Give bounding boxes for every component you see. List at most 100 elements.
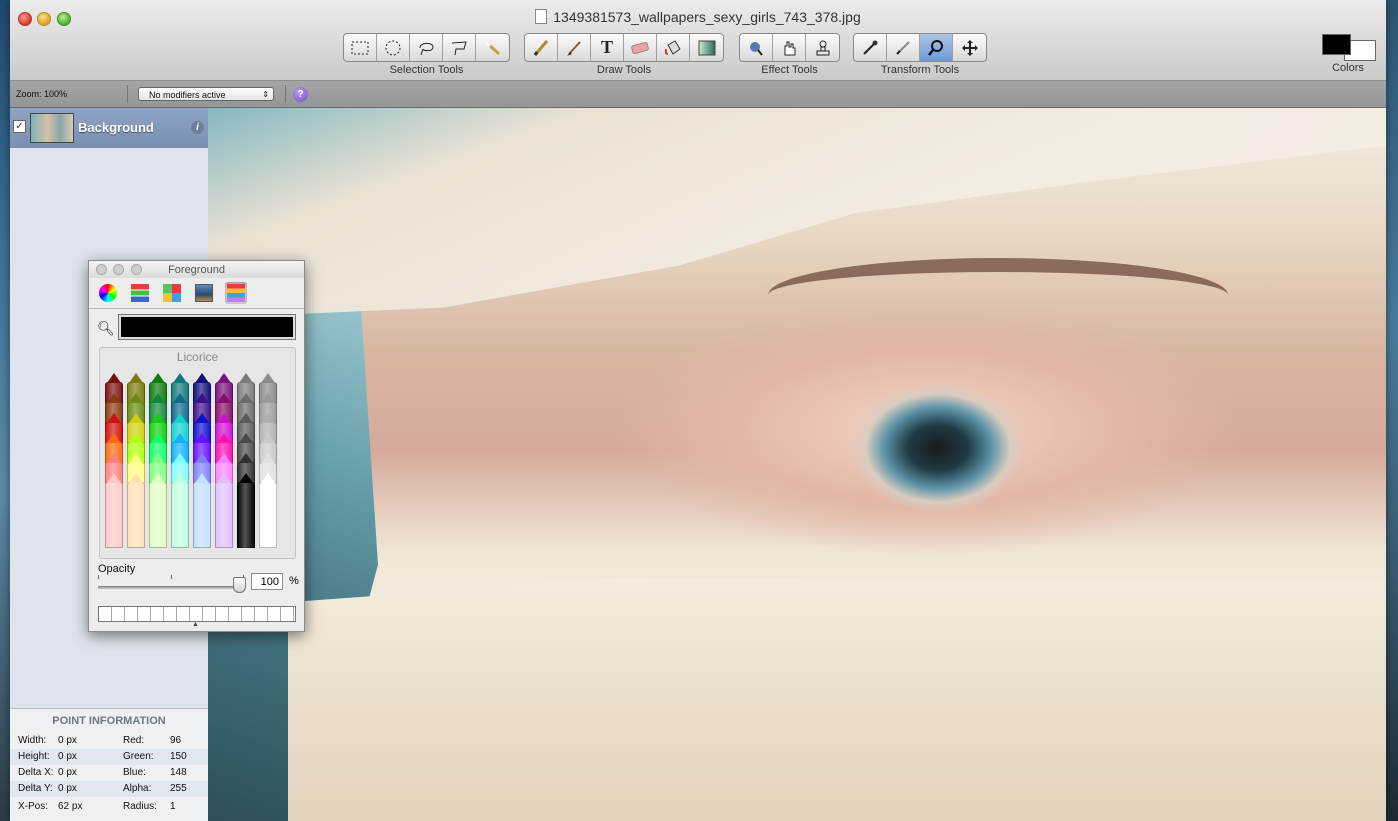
point-info-label: Width: [18, 735, 47, 746]
smudge-icon[interactable] [740, 34, 773, 61]
point-info-value: 0 px [58, 783, 77, 794]
modifiers-popup[interactable]: No modifiers active ⇕ [138, 87, 274, 101]
point-info-value: 62 px [58, 801, 83, 812]
crayon-swatch[interactable] [105, 473, 123, 548]
crayon-tip [107, 373, 121, 383]
crayon-tip [129, 373, 143, 383]
point-info-value: 0 px [58, 735, 77, 746]
point-info-label: Green: [123, 751, 154, 762]
point-info-label: Height: [18, 751, 50, 762]
crayons-icon[interactable] [225, 282, 247, 304]
crayon-swatch[interactable] [259, 473, 277, 548]
tool-options-bar: Zoom: 100% No modifiers active ⇕ ? [10, 81, 1386, 108]
current-color-swatch[interactable] [118, 314, 296, 340]
point-info-label: X-Pos: [18, 801, 49, 812]
gradient-icon[interactable] [690, 34, 723, 61]
crayon-tip [151, 393, 165, 403]
stamp-icon[interactable] [806, 34, 839, 61]
selection-tools-label: Selection Tools [389, 64, 464, 76]
crayon-swatch[interactable] [215, 473, 233, 548]
colors-label: Colors [1332, 62, 1364, 74]
crayon-tip [173, 393, 187, 403]
eyedropper-icon[interactable] [854, 34, 887, 61]
opacity-field[interactable]: 100 [251, 573, 283, 590]
popup-arrows-icon: ⇕ [262, 90, 269, 99]
lasso-icon[interactable] [410, 34, 443, 61]
point-info-row: X-Pos: 62 px Radius: 1 [10, 799, 208, 815]
point-info-value: 255 [170, 783, 187, 794]
image-palettes-icon[interactable] [193, 282, 215, 304]
layer-name: Background [78, 120, 154, 135]
eraser-icon[interactable] [624, 34, 657, 61]
point-info-row: Delta Y: 0 px Alpha: 255 [10, 781, 208, 797]
crayon-tip [217, 373, 231, 383]
crayon-tip [107, 413, 121, 423]
crayon-tip [195, 433, 209, 443]
color-wheel-icon[interactable] [97, 282, 119, 304]
brush-icon[interactable] [887, 34, 920, 61]
point-info-label: Blue: [123, 767, 146, 778]
ellipse-select-icon[interactable] [377, 34, 410, 61]
opacity-slider-knob[interactable] [233, 577, 246, 593]
drag-handle-icon[interactable]: ▲ [192, 621, 199, 628]
point-info-label: Delta Y: [18, 783, 53, 794]
crayon-tip [195, 373, 209, 383]
crayon-tip [239, 413, 253, 423]
crayon-swatch[interactable] [127, 473, 145, 548]
crayon-swatch[interactable] [171, 473, 189, 548]
saved-swatches-strip[interactable] [98, 606, 296, 622]
hand-effect-icon[interactable] [773, 34, 806, 61]
divider [127, 85, 128, 103]
crayon-tip [217, 433, 231, 443]
draw-tools-label: Draw Tools [596, 64, 652, 76]
crayon-swatch[interactable] [193, 473, 211, 548]
paintbrush-icon[interactable] [558, 34, 591, 61]
color-palettes-icon[interactable] [161, 282, 183, 304]
crayon-tip [261, 373, 275, 383]
point-info-row: Delta X: 0 px Blue: 148 [10, 765, 208, 781]
crayon-tip [129, 433, 143, 443]
layer-visibility-checkbox[interactable]: ✓ [13, 120, 26, 133]
titlebar: 1349381573_wallpapers_sexy_girls_743_378… [10, 0, 1386, 81]
color-sliders-icon[interactable] [129, 282, 151, 304]
layer-info-icon[interactable]: i [191, 121, 204, 134]
magic-wand-icon[interactable] [476, 34, 509, 61]
crayon-swatch[interactable] [149, 473, 167, 548]
crayon-tip [239, 473, 253, 483]
zoom-icon[interactable] [920, 34, 953, 61]
crayon-tip [151, 453, 165, 463]
opacity-slider[interactable] [98, 586, 244, 589]
color-picker-modes [89, 278, 304, 309]
draw-tools-group: T Draw Tools [524, 33, 724, 76]
crayon-swatch[interactable] [237, 473, 255, 548]
crayon-tip [261, 433, 275, 443]
opacity-unit: % [289, 575, 299, 587]
zoom-label: Zoom: 100% [16, 89, 68, 99]
crayon-tip [151, 473, 165, 483]
document-icon [535, 9, 548, 24]
text-icon[interactable]: T [591, 34, 624, 61]
app-window: 1349381573_wallpapers_sexy_girls_743_378… [10, 0, 1386, 821]
point-info-title: POINT INFORMATION [52, 715, 166, 727]
help-button[interactable]: ? [293, 87, 308, 102]
rect-select-icon[interactable] [344, 34, 377, 61]
color-search-icon[interactable]: 🔍︎ [97, 320, 115, 337]
image-canvas[interactable] [208, 108, 1386, 821]
crayon-tip [239, 393, 253, 403]
point-info-value: 0 px [58, 751, 77, 762]
point-info-label: Radius: [123, 801, 157, 812]
foreground-color-swatch[interactable] [1322, 34, 1351, 55]
crayon-tip [195, 473, 209, 483]
poly-lasso-icon[interactable] [443, 34, 476, 61]
layer-row-background[interactable]: ✓ Background i [10, 108, 208, 148]
move-icon[interactable] [953, 34, 986, 61]
crayon-tip [129, 393, 143, 403]
point-info-value: 150 [170, 751, 187, 762]
pencil-icon[interactable] [525, 34, 558, 61]
point-info-value: 148 [170, 767, 187, 778]
crayon-tip [261, 393, 275, 403]
desktop-wallpaper-right [1384, 0, 1398, 821]
crayon-box: Licorice [99, 347, 296, 559]
paint-bucket-icon[interactable] [657, 34, 690, 61]
window-title-text: 1349381573_wallpapers_sexy_girls_743_378… [553, 9, 861, 25]
